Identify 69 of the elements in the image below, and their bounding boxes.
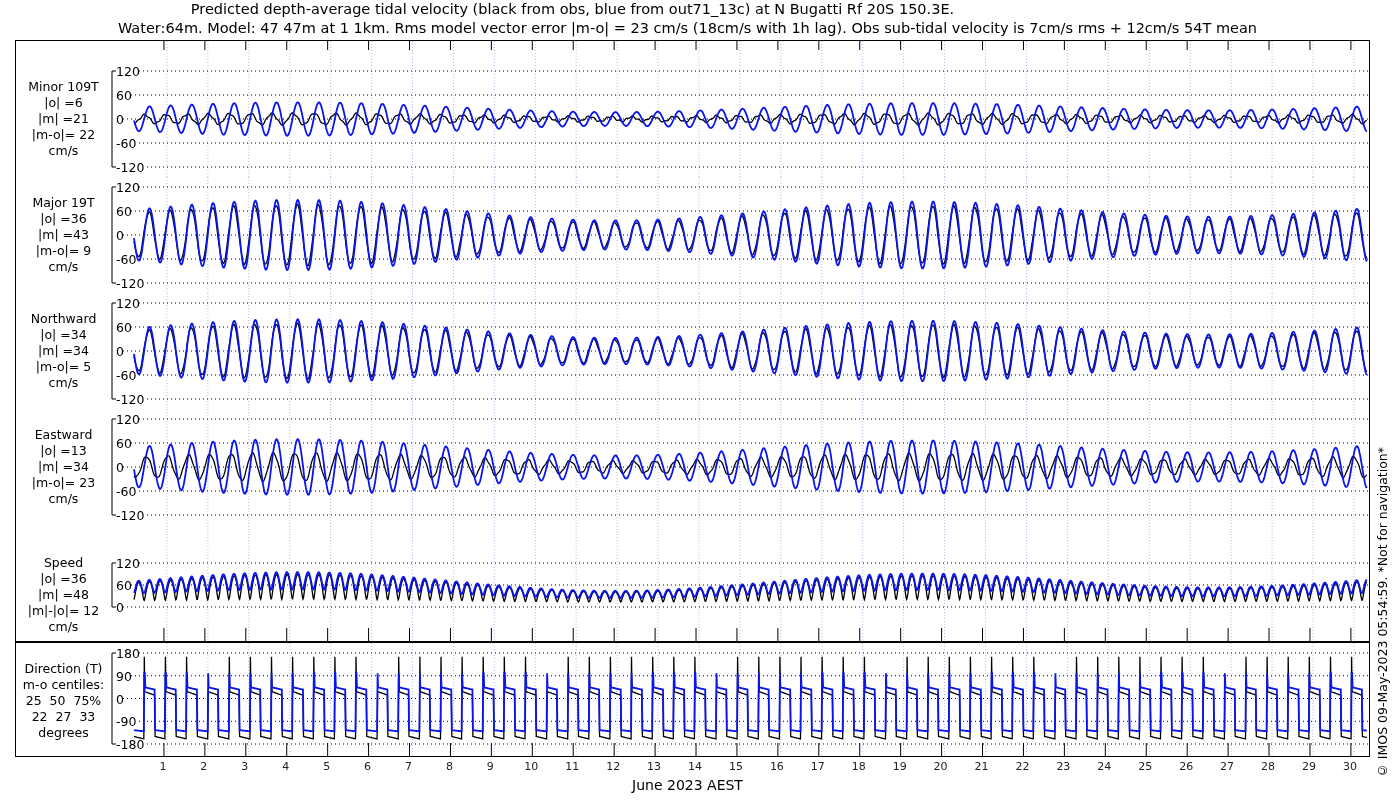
axis-tick-label: 90 [116,668,132,684]
axis-tick-label: -120 [116,160,145,175]
axis-tick-label: -60 [116,484,137,499]
day-label: 25 [1138,760,1153,773]
axis-tick-label: 60 [116,436,132,451]
day-label: 3 [241,760,249,773]
day-label: 2 [200,760,208,773]
day-label: 21 [974,760,989,773]
axis-tick-label: 60 [116,204,132,219]
day-label: 26 [1179,760,1194,773]
day-label: 24 [1097,760,1112,773]
panel-label: Speed |o| =36 |m| =48 |m|-|o|= 12 cm/s [27,555,100,635]
axis-tick-label: 0 [116,691,124,707]
axis-tick-label: 120 [116,296,140,311]
day-label: 22 [1015,760,1030,773]
day-label: 30 [1342,760,1357,773]
axis-tick-label: -120 [116,392,145,407]
axis-tick-label: 0 [116,600,124,615]
day-label: 17 [810,760,825,773]
day-label: 5 [323,760,331,773]
panel-label: Major 19T |o| =36 |m| =43 |m-o|= 9 cm/s [32,195,95,275]
y-axis [111,562,117,608]
axis-tick-label: 120 [116,64,140,79]
axis-tick-label: 60 [116,320,132,335]
axis-tick-label: -60 [116,136,137,151]
day-label: 8 [445,760,453,773]
copyright-note: © IMOS 09-May-2023 05:54:59. *Not for navigation* [1375,446,1390,778]
axis-tick-label: 120 [116,412,140,427]
axis-tick-label: -60 [116,368,137,383]
day-label: 10 [524,760,539,773]
axis-tick-label: -60 [116,252,137,267]
day-label: 13 [647,760,662,773]
axis-tick-label: 0 [116,460,124,475]
panel-label: Direction (T) m-o centiles: 25 50 75% 22 27 33 degrees [22,661,105,741]
axis-tick-label: -90 [116,714,137,730]
axis-tick-label: -120 [116,276,145,291]
day-label: 14 [688,760,702,773]
day-label: 7 [405,760,412,773]
day-label: 23 [1056,760,1071,773]
day-label: 4 [282,760,290,773]
axis-tick-label: -180 [116,737,145,752]
day-label: 20 [933,760,948,773]
day-label: 11 [565,760,580,773]
day-label: 29 [1301,760,1316,773]
axis-tick-label: 120 [116,556,140,571]
axis-tick-label: 0 [116,344,124,359]
chart-title: Water:64m. Model: 47 47m at 1 1km. Rms model vector error |m-o| = 23 cm/s (18cm/s with 1h lag). Obs sub-tidal velocity is 7cm/s rms + 12cm/s 54T mean [117,19,1258,38]
axis-tick-label: 180 [116,646,140,661]
day-label: 1 [159,760,167,773]
chart-title: Predicted depth-average tidal velocity (black from obs, blue from out71_13c) at N Bugatti Rf 20S 150.3E. [190,0,955,19]
axis-tick-label: -120 [116,508,145,523]
day-label: 6 [364,760,372,773]
panel-label: Minor 109T |o| =6 |m| =21 |m-o|= 22 cm/s [28,79,99,159]
panel-label: Eastward |o| =13 |m| =34 |m-o|= 23 cm/s [31,427,96,507]
panel-label: Northward |o| =34 |m| =34 |m-o|= 5 cm/s [30,311,97,391]
axis-tick-label: 120 [116,180,140,195]
axis-tick-label: 0 [116,112,124,127]
day-label: 28 [1261,760,1276,773]
day-label: 27 [1220,760,1235,773]
day-label: 19 [892,760,907,773]
axis-title: June 2023 AEST [630,777,744,793]
day-label: 9 [486,760,494,773]
day-label: 16 [769,760,784,773]
axis-tick-label: 0 [116,228,124,243]
day-label: 15 [728,760,743,773]
day-label: 18 [851,760,866,773]
axis-tick-label: 60 [116,88,132,103]
day-label: 12 [606,760,621,773]
axis-tick-label: 60 [116,578,132,593]
